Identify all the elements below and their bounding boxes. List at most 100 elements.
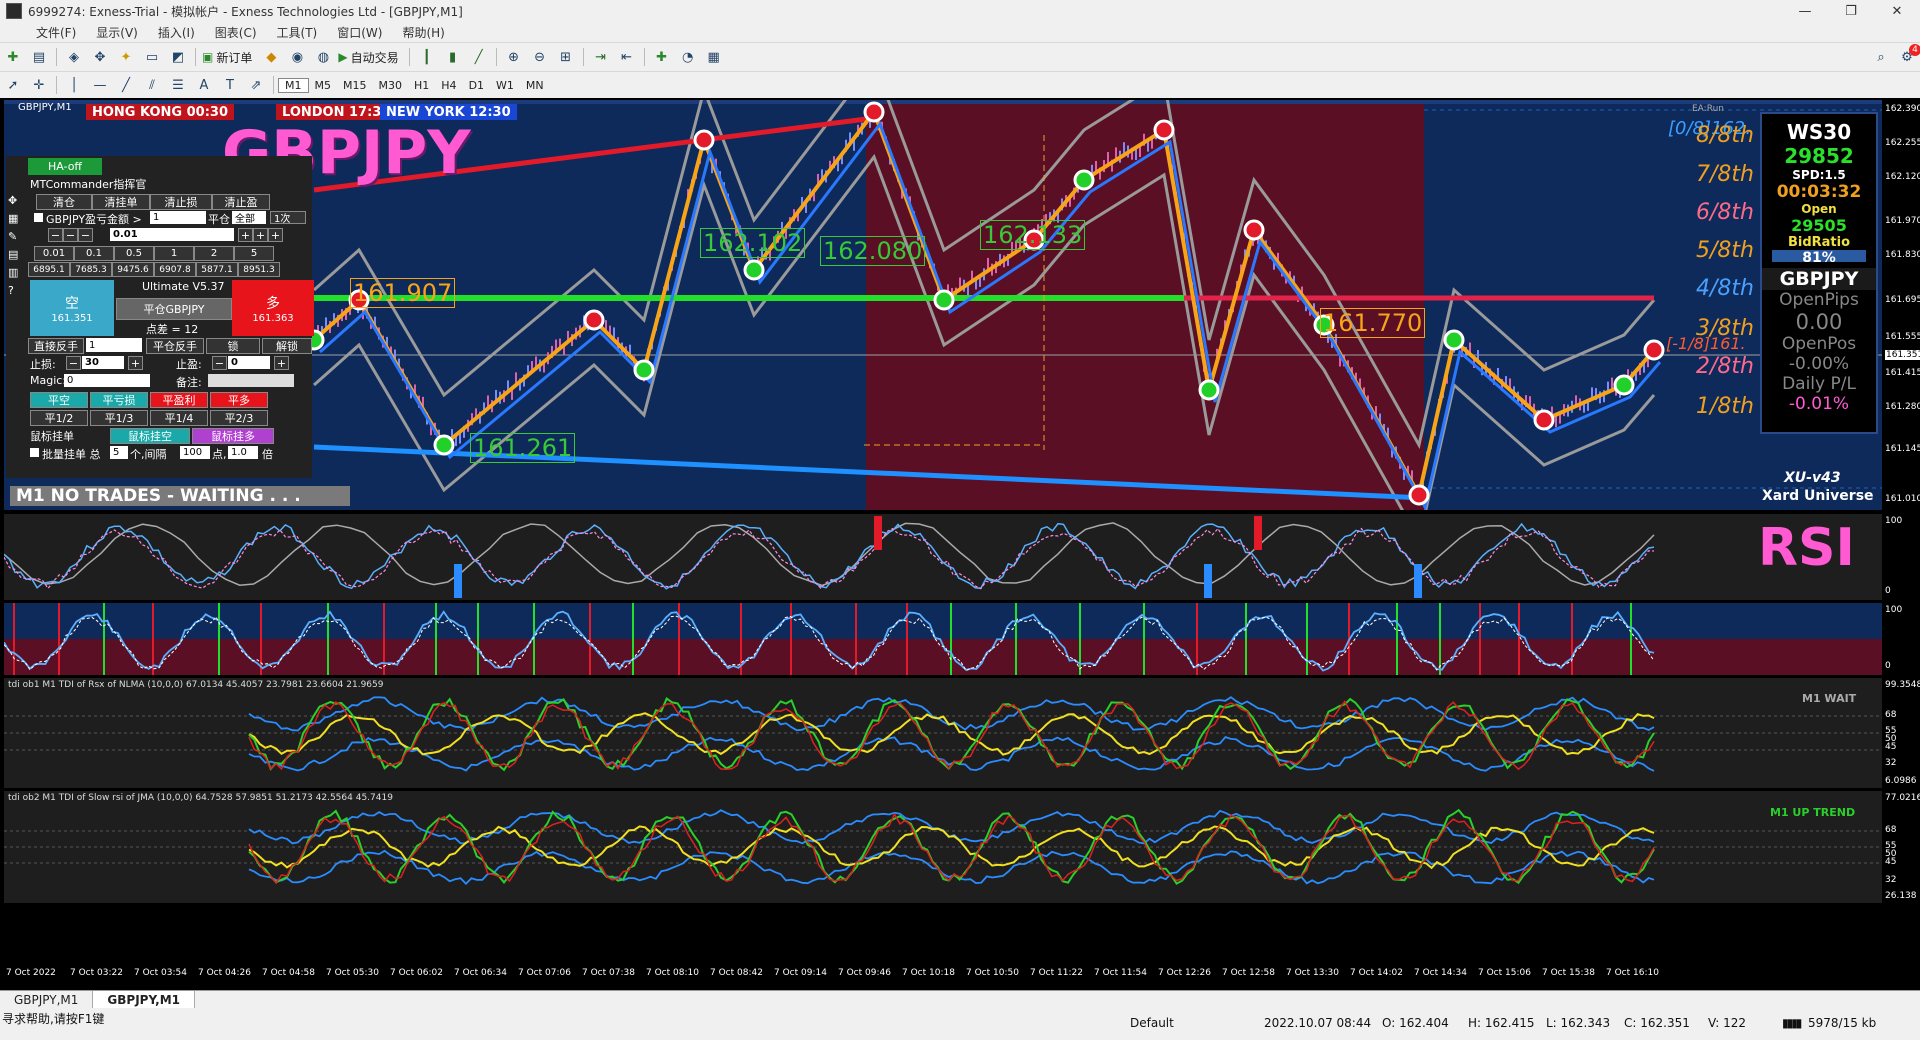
batch-checkbox[interactable]	[30, 448, 39, 457]
lot-preset-button[interactable]: 1	[154, 246, 194, 261]
magic-input[interactable]: 0	[64, 374, 150, 387]
candlestick-icon[interactable]: ▮	[443, 48, 463, 66]
auto-trading-button[interactable]: ▶ 自动交易	[336, 49, 404, 66]
terminal-icon[interactable]: ▭	[142, 48, 162, 66]
close-two-thirds-button[interactable]: 平2/3	[210, 410, 268, 426]
stepper-button[interactable]: −	[48, 228, 63, 242]
unlock-button[interactable]: 解锁	[262, 338, 312, 354]
reverse-input[interactable]: 1	[86, 338, 142, 352]
buy-button[interactable]: 多 161.363	[232, 280, 314, 336]
zoom-in-icon[interactable]: ⊕	[504, 48, 524, 66]
arrows-icon[interactable]: ⇗	[246, 76, 266, 94]
search-icon[interactable]: ⌕	[1871, 48, 1891, 66]
menu-help[interactable]: 帮助(H)	[392, 24, 454, 41]
close-sells-button[interactable]: 平空	[30, 392, 88, 408]
maximize-button[interactable]: ❐	[1828, 0, 1874, 22]
timeframe-h4[interactable]: H4	[435, 79, 462, 92]
timeframe-w1[interactable]: W1	[490, 79, 520, 92]
close-scope-select[interactable]: 全部	[232, 211, 266, 225]
metaeditor-icon[interactable]: ◆	[261, 48, 281, 66]
close-pair-button[interactable]: 平仓GBPJPY	[116, 298, 232, 320]
lot-preset-button[interactable]: 2	[194, 246, 234, 261]
notifications-icon[interactable]: ⚙ 4	[1897, 44, 1920, 66]
menu-file[interactable]: 文件(F)	[26, 24, 86, 41]
sl-minus-button[interactable]: −	[66, 356, 81, 370]
data-window-icon[interactable]: ✥	[90, 48, 110, 66]
market-icon[interactable]: ◍	[313, 48, 333, 66]
crosshair-icon[interactable]: ✛	[29, 76, 49, 94]
menu-charts[interactable]: 图表(C)	[205, 24, 267, 41]
menu-tools[interactable]: 工具(T)	[267, 24, 328, 41]
clear-sl-button[interactable]: 清止损	[150, 194, 212, 210]
stepper-button[interactable]: +	[238, 228, 253, 242]
stepper-button[interactable]: −	[63, 228, 78, 242]
price-preset[interactable]: 6895.1	[28, 262, 70, 277]
batch-count-input[interactable]: 5	[110, 446, 128, 459]
zoom-out-icon[interactable]: ⊖	[530, 48, 550, 66]
lot-preset-button[interactable]: 5	[234, 246, 274, 261]
horizontal-line-icon[interactable]: —	[90, 76, 110, 94]
fibonacci-icon[interactable]: ☰	[168, 76, 188, 94]
bar-chart-icon[interactable]: ┃	[417, 48, 437, 66]
timeframe-m5[interactable]: M5	[309, 79, 338, 92]
trendline-icon[interactable]: ╱	[116, 76, 136, 94]
timeframe-mn[interactable]: MN	[520, 79, 550, 92]
lot-size-input[interactable]: 0.01	[110, 228, 234, 241]
batch-mult-input[interactable]: 1.0	[228, 446, 258, 459]
chart-tab[interactable]: GBPJPY,M1	[0, 991, 94, 1009]
menu-window[interactable]: 窗口(W)	[327, 24, 392, 41]
sell-button[interactable]: 空 161.351	[30, 280, 114, 336]
close-all-button[interactable]: 清仓	[36, 194, 92, 210]
tdi2-pane[interactable]	[4, 791, 1882, 903]
tester-icon[interactable]: ◩	[168, 48, 188, 66]
stoploss-input[interactable]: 30	[82, 356, 124, 369]
tile-windows-icon[interactable]: ⊞	[556, 48, 576, 66]
sl-plus-button[interactable]: +	[128, 356, 143, 370]
stepper-button[interactable]: −	[78, 228, 93, 242]
price-preset[interactable]: 6907.8	[154, 262, 196, 277]
tdi1-pane[interactable]	[4, 678, 1882, 788]
stepper-button[interactable]: +	[253, 228, 268, 242]
price-preset[interactable]: 7685.3	[70, 262, 112, 277]
timeframe-m30[interactable]: M30	[373, 79, 409, 92]
lot-preset-button[interactable]: 0.1	[74, 246, 114, 261]
close-reverse-button[interactable]: 平仓反手	[146, 338, 204, 354]
chart-tab-active[interactable]: GBPJPY,M1	[93, 991, 196, 1009]
periods-icon[interactable]: ◔	[678, 48, 698, 66]
price-preset[interactable]: 8951.3	[238, 262, 280, 277]
price-preset[interactable]: 5877.1	[196, 262, 238, 277]
pnl-checkbox[interactable]	[34, 213, 43, 222]
vertical-line-icon[interactable]: │	[64, 76, 84, 94]
line-chart-icon[interactable]: ╱	[469, 48, 489, 66]
close-half-button[interactable]: 平1/2	[30, 410, 88, 426]
close-button[interactable]: ✕	[1874, 0, 1920, 22]
mouse-sell-button[interactable]: 鼠标挂空	[110, 428, 190, 444]
delete-pending-button[interactable]: 清挂单	[92, 194, 150, 210]
signals-icon[interactable]: ◉	[287, 48, 307, 66]
note-input[interactable]	[208, 374, 294, 387]
close-third-button[interactable]: 平1/3	[90, 410, 148, 426]
navigator-icon[interactable]: ✦	[116, 48, 136, 66]
mtcommander-panel[interactable]: HA-off MTCommander指挥官 ✥ ▦ ✎ ▤ ▥ ? 清仓 清挂单…	[6, 156, 314, 478]
lot-preset-button[interactable]: 0.5	[114, 246, 154, 261]
menu-insert[interactable]: 插入(I)	[148, 24, 205, 41]
cursor-icon[interactable]: ➚	[3, 76, 23, 94]
close-buys-button[interactable]: 平多	[210, 392, 268, 408]
templates-icon[interactable]: ▦	[704, 48, 724, 66]
close-quarter-button[interactable]: 平1/4	[150, 410, 208, 426]
close-times-select[interactable]: 1次	[270, 211, 306, 225]
new-chart-icon[interactable]: ✚	[3, 48, 23, 66]
timeframe-m15[interactable]: M15	[337, 79, 373, 92]
lot-preset-button[interactable]: 0.01	[34, 246, 74, 261]
tp-plus-button[interactable]: +	[274, 356, 289, 370]
timeframe-d1[interactable]: D1	[463, 79, 490, 92]
ha-toggle-button[interactable]: HA-off	[28, 158, 102, 175]
mouse-buy-button[interactable]: 鼠标挂多	[192, 428, 274, 444]
timeframe-h1[interactable]: H1	[408, 79, 435, 92]
close-winners-button[interactable]: 平盈利	[150, 392, 208, 408]
close-losers-button[interactable]: 平亏损	[90, 392, 148, 408]
rsi-pane[interactable]	[4, 514, 1882, 600]
lock-button[interactable]: 锁	[206, 338, 260, 354]
text-label-icon[interactable]: T	[220, 76, 240, 94]
tp-minus-button[interactable]: −	[212, 356, 227, 370]
